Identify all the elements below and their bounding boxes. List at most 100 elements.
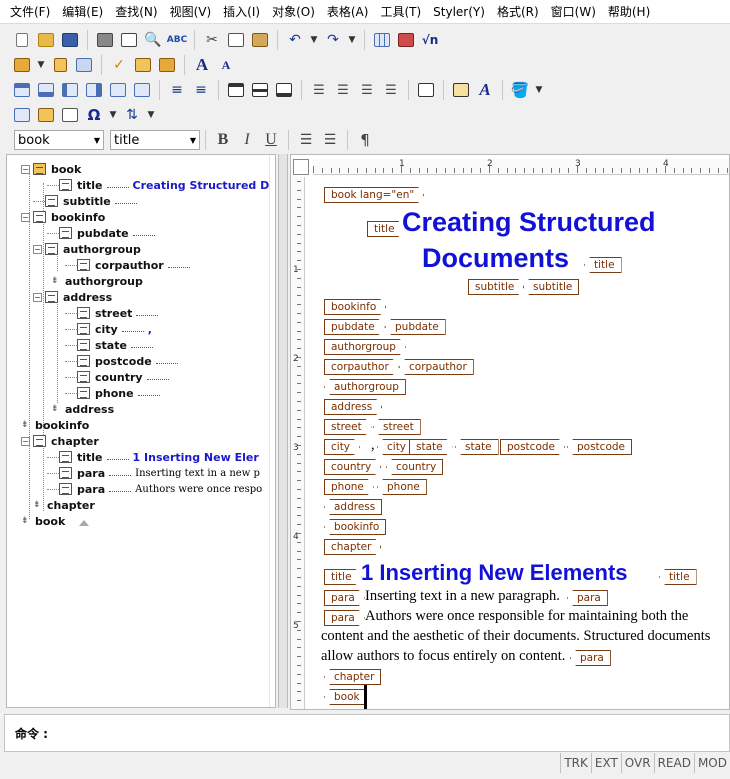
menu-item-2[interactable]: 查找(N) [109, 0, 163, 24]
country-start-tag[interactable]: country [324, 459, 381, 475]
collapse-toggle-icon[interactable]: − [21, 436, 30, 446]
open-folder-icon[interactable] [35, 29, 57, 51]
street-end-tag[interactable]: street [373, 419, 421, 435]
valign-middle-icon[interactable] [249, 79, 271, 101]
font-size-increase-icon[interactable]: A [191, 54, 213, 76]
collapse-toggle-icon[interactable]: − [21, 164, 30, 174]
postcode-start-tag[interactable]: postcode [500, 439, 565, 455]
image-icon[interactable] [395, 29, 417, 51]
paragraph-2-line1[interactable]: Authors were once responsible for mainta… [365, 608, 688, 625]
tree-node-authorgroup[interactable]: − authorgroup [33, 241, 141, 257]
city-text[interactable]: , [371, 437, 375, 454]
authorgroup-start-tag[interactable]: authorgroup [324, 339, 406, 355]
attributes-icon[interactable] [132, 54, 154, 76]
corpauthor-end-tag[interactable]: corpauthor [399, 359, 474, 375]
find-icon[interactable]: 🔍 [142, 29, 164, 51]
pane-splitter[interactable] [278, 154, 288, 708]
tree-node-chapter[interactable]: − chapter [21, 433, 99, 449]
menu-item-10[interactable]: 窗口(W) [545, 0, 602, 24]
insert-row-above-icon[interactable] [11, 79, 33, 101]
tree-node-authorgroup[interactable]: ⇟ authorgroup [51, 273, 143, 289]
tree-scrollbar[interactable] [269, 155, 275, 707]
postcode-end-tag[interactable]: postcode [567, 439, 632, 455]
tree-node-pubdate[interactable]: pubdate [47, 225, 159, 241]
copy-icon[interactable] [225, 29, 247, 51]
book-start-tag[interactable]: book lang="en" [324, 187, 424, 203]
validate-icon[interactable]: ✓ [108, 54, 130, 76]
para2-start-tag[interactable]: para [324, 610, 365, 626]
paragraph-2-line2[interactable]: content and the aesthetic of their docum… [321, 628, 710, 645]
street-start-tag[interactable]: street [324, 419, 372, 435]
tree-node-address[interactable]: ⇟ address [51, 401, 114, 417]
insert-reference-icon[interactable] [11, 104, 33, 126]
insert-row-below-icon[interactable] [35, 79, 57, 101]
cell-properties-icon[interactable] [450, 79, 472, 101]
element-combo[interactable]: book ▼ [14, 130, 104, 150]
show-marks-button[interactable]: ¶ [354, 129, 376, 151]
title-end-tag[interactable]: title [584, 257, 622, 273]
tree-node-para[interactable]: para Inserting text in a new p [47, 465, 260, 481]
tree-node-state[interactable]: state [65, 337, 157, 353]
styler-icon[interactable] [156, 54, 178, 76]
equation-icon[interactable]: √n [419, 29, 441, 51]
menu-item-11[interactable]: 帮助(H) [602, 0, 656, 24]
title-start-tag[interactable]: title [367, 221, 405, 237]
spellcheck-icon[interactable]: ABC [166, 29, 188, 51]
join-cells-icon[interactable]: ≡ [166, 79, 188, 101]
pubdate-start-tag[interactable]: pubdate [324, 319, 385, 335]
bookinfo-start-tag[interactable]: bookinfo [324, 299, 386, 315]
fill-color-dropdown-icon[interactable]: ▼ [533, 79, 545, 101]
insert-link-icon[interactable] [35, 104, 57, 126]
state-start-tag[interactable]: state [409, 439, 453, 455]
tree-node-phone[interactable]: phone [65, 385, 164, 401]
phone-end-tag[interactable]: phone [377, 479, 427, 495]
delete-row-icon[interactable] [107, 79, 129, 101]
table-properties-icon[interactable] [415, 79, 437, 101]
para2-end-tag[interactable]: para [570, 650, 611, 666]
address-start-tag[interactable]: address [324, 399, 382, 415]
undo-icon[interactable]: ↶ [284, 29, 306, 51]
menu-item-7[interactable]: 工具(T) [374, 0, 427, 24]
align-justify-icon[interactable]: ☰ [380, 79, 402, 101]
paragraph-2-line3[interactable]: allow authors to focus entirely on conte… [321, 648, 565, 665]
insert-marker-icon[interactable] [59, 104, 81, 126]
style-combo[interactable]: title ▼ [110, 130, 200, 150]
table-icon[interactable] [371, 29, 393, 51]
print-preview-icon[interactable] [118, 29, 140, 51]
tree-node-country[interactable]: country [65, 369, 173, 385]
underline-button[interactable]: U [260, 129, 282, 151]
tree-node-chapter[interactable]: ⇟ chapter [33, 497, 95, 513]
menu-item-8[interactable]: Styler(Y) [427, 0, 491, 24]
save-icon[interactable] [59, 29, 81, 51]
change-element-icon[interactable] [49, 54, 71, 76]
insert-symbol-icon[interactable]: Ω [83, 104, 105, 126]
tree-node-street[interactable]: street [65, 305, 162, 321]
menu-item-5[interactable]: 对象(O) [266, 0, 321, 24]
chapter-title[interactable]: 1 Inserting New Elements [361, 560, 628, 586]
document-title-line1[interactable]: Creating Structured [402, 207, 656, 238]
insert-symbol-dropdown-icon[interactable]: ▼ [107, 104, 119, 126]
menu-item-3[interactable]: 视图(V) [164, 0, 218, 24]
tree-node-book[interactable]: − book [21, 161, 81, 177]
city-end-tag[interactable]: city [377, 439, 414, 455]
chapter-title-end-tag[interactable]: title [659, 569, 697, 585]
command-bar[interactable]: 命令 : [4, 714, 730, 752]
align-right-icon[interactable]: ☰ [356, 79, 378, 101]
align-center-icon[interactable]: ☰ [332, 79, 354, 101]
tree-node-book[interactable]: ⇟ book [21, 513, 65, 529]
country-end-tag[interactable]: country [386, 459, 444, 475]
insert-column-left-icon[interactable] [59, 79, 81, 101]
fill-color-icon[interactable]: 🪣 [509, 79, 531, 101]
subtitle-end-tag[interactable]: subtitle [523, 279, 580, 295]
insert-column-right-icon[interactable] [83, 79, 105, 101]
para1-start-tag[interactable]: para [324, 590, 365, 606]
tree-node-address[interactable]: − address [33, 289, 112, 305]
document-title-line2[interactable]: Documents [422, 243, 569, 274]
authorgroup-end-tag[interactable]: authorgroup [324, 379, 406, 395]
redo-icon[interactable]: ↷ [322, 29, 344, 51]
bookinfo-end-tag[interactable]: bookinfo [324, 519, 387, 535]
italic-button[interactable]: I [236, 129, 258, 151]
chapter-start-tag[interactable]: chapter [324, 539, 381, 555]
menu-item-6[interactable]: 表格(A) [321, 0, 375, 24]
redo-dropdown-icon[interactable]: ▼ [346, 29, 358, 51]
